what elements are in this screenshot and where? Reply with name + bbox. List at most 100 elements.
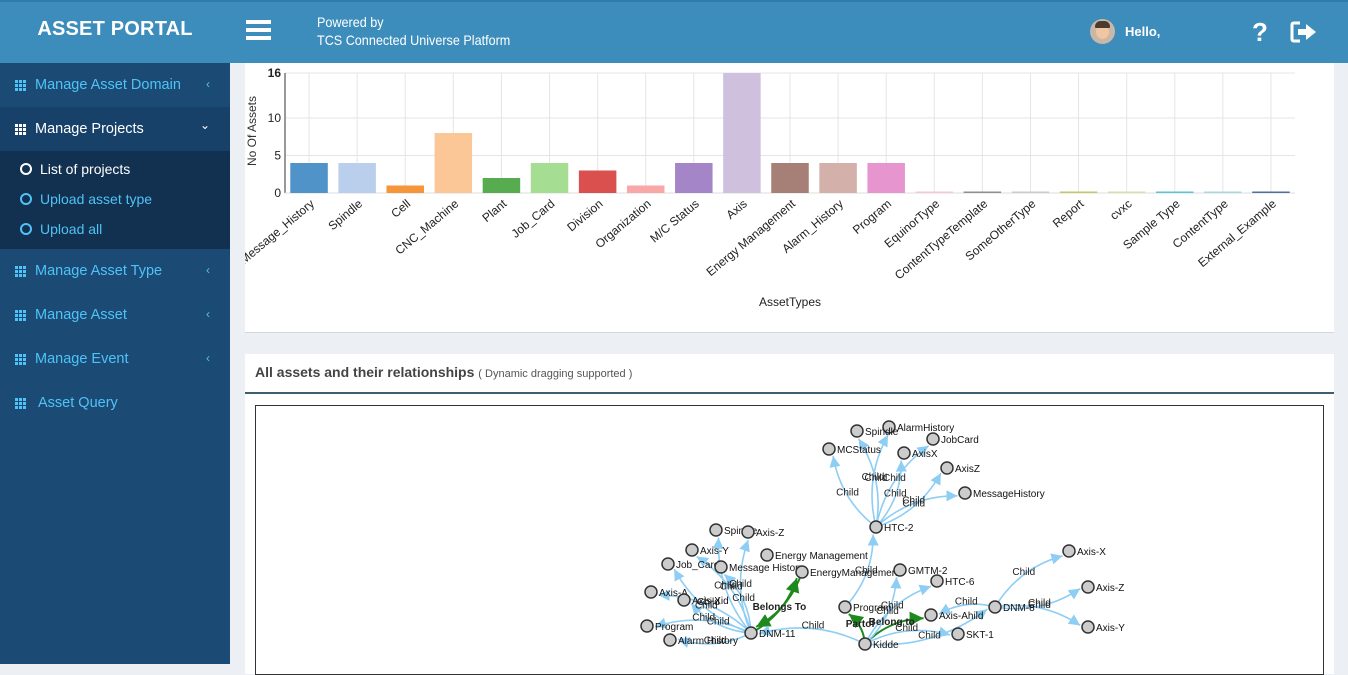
graph-node-circle[interactable] — [951, 627, 965, 641]
graph-node-circle[interactable] — [760, 548, 774, 562]
grid-icon — [15, 123, 28, 135]
graph-node[interactable]: Energy Management — [760, 548, 868, 562]
graph-node-circle[interactable] — [677, 593, 691, 607]
chart-bar[interactable] — [626, 185, 665, 194]
chart-bar[interactable] — [771, 163, 809, 193]
graph-node[interactable]: HTC-6 — [930, 574, 975, 588]
graph-node[interactable]: Program — [838, 600, 891, 614]
graph-node[interactable]: Job_Card — [661, 557, 719, 571]
sidebar-subitem-upload-asset-type[interactable]: Upload asset type — [0, 184, 230, 214]
chart-bar[interactable] — [1252, 191, 1290, 194]
chart-bar[interactable] — [434, 133, 473, 193]
chart-bar[interactable] — [482, 178, 521, 193]
graph-node-label: SKT-1 — [966, 630, 994, 641]
graph-node-circle[interactable] — [1081, 580, 1095, 594]
graph-node-circle[interactable] — [744, 626, 758, 640]
graph-node[interactable]: Axis-Z — [741, 525, 784, 539]
graph-node-circle[interactable] — [640, 619, 654, 633]
sidebar-item-manage-asset-domain[interactable]: Manage Asset Domain ‹ — [0, 63, 230, 107]
graph-node-circle[interactable] — [714, 560, 728, 574]
chart-bar[interactable] — [1204, 191, 1242, 194]
graph-node-circle[interactable] — [869, 520, 883, 534]
x-axis-ticks: Message_History Spindle CellCNC_Machine Pla… — [237, 196, 1279, 282]
graph-node-circle[interactable] — [795, 565, 809, 579]
graph-node[interactable]: Axis-Ahild — [924, 608, 983, 622]
chart-bar[interactable] — [963, 191, 1002, 194]
chart-bar[interactable] — [723, 73, 761, 193]
graph-node[interactable]: DNM-11 — [744, 626, 796, 640]
sidebar-subitem-upload-all[interactable]: Upload all — [0, 214, 230, 244]
chart-bar[interactable] — [1156, 191, 1194, 194]
graph-node-circle[interactable] — [850, 424, 864, 438]
graph-link-label: Child — [895, 623, 918, 634]
logout-icon[interactable] — [1290, 20, 1318, 44]
sidebar-item-manage-projects[interactable]: Manage Projects ⌄ — [0, 107, 230, 151]
graph-node-circle[interactable] — [838, 600, 852, 614]
graph-node-circle[interactable] — [897, 446, 911, 460]
y-tick-label: 16 — [268, 66, 282, 80]
graph-node-label: Energy Management — [775, 551, 868, 562]
chart-bar[interactable] — [1011, 191, 1050, 194]
graph-node[interactable]: Axis-Xid — [677, 593, 729, 607]
chart-bar[interactable] — [338, 163, 376, 193]
graph-node[interactable]: EnergyManagement — [795, 565, 900, 579]
chart-bar[interactable] — [578, 170, 617, 194]
sidebar-subitem-list-of-projects[interactable]: List of projects — [0, 154, 230, 184]
graph-node[interactable]: Axis-Y — [685, 543, 729, 557]
graph-node[interactable]: DNM-8 — [988, 600, 1035, 614]
graph-node-circle[interactable] — [1062, 544, 1076, 558]
graph-node[interactable]: Spindle — [850, 424, 899, 438]
user-menu[interactable]: Hello, — [1090, 19, 1160, 44]
graph-node[interactable]: HTC-2 — [869, 520, 914, 534]
sidebar-subitem-label: Upload asset type — [40, 191, 153, 207]
chart-bar[interactable] — [290, 163, 328, 193]
graph-node[interactable]: Axis-X — [1062, 544, 1106, 558]
graph-node[interactable]: Program — [640, 619, 693, 633]
graph-node[interactable]: Axis-Z — [1081, 580, 1124, 594]
graph-node-circle[interactable] — [924, 608, 938, 622]
graph-node-circle[interactable] — [822, 442, 836, 456]
chart-bar[interactable] — [386, 185, 424, 194]
graph-node[interactable]: SKT-1 — [951, 627, 994, 641]
graph-node[interactable]: JobCard — [926, 432, 979, 446]
chart-bar[interactable] — [530, 163, 569, 193]
graph-node[interactable]: MessageHistory — [958, 486, 1045, 500]
graph-node-circle[interactable] — [661, 557, 675, 571]
graph-node-circle[interactable] — [988, 600, 1002, 614]
help-icon[interactable]: ? — [1252, 17, 1268, 48]
relationship-graph-canvas[interactable]: Child Child Child Child Child Child Child Child… — [255, 405, 1324, 675]
graph-node-circle[interactable] — [940, 461, 954, 475]
relationship-graph[interactable]: ChildChildChildChildChildChildChildChild… — [256, 406, 1324, 675]
sidebar-item-manage-event[interactable]: Manage Event ‹ — [0, 337, 230, 381]
sidebar-item-manage-asset-type[interactable]: Manage Asset Type ‹ — [0, 249, 230, 293]
chart-bar[interactable] — [819, 163, 857, 193]
chart-bar[interactable] — [675, 163, 713, 193]
graph-node[interactable]: AxisZ — [940, 461, 980, 475]
graph-node[interactable]: Kidde — [858, 637, 899, 651]
graph-node-circle[interactable] — [958, 486, 972, 500]
graph-node[interactable]: Alarm History — [663, 633, 738, 647]
graph-node-circle[interactable] — [709, 523, 723, 537]
graph-node[interactable]: Axis-Y — [1081, 620, 1125, 634]
graph-node-circle[interactable] — [930, 574, 944, 588]
menu-icon[interactable] — [246, 20, 271, 40]
graph-node-circle[interactable] — [741, 525, 755, 539]
graph-node-circle[interactable] — [858, 637, 872, 651]
chart-bar[interactable] — [1107, 191, 1146, 194]
graph-node-circle[interactable] — [1081, 620, 1095, 634]
graph-node-circle[interactable] — [926, 432, 940, 446]
graph-link-label: Child — [732, 593, 755, 604]
graph-node-circle[interactable] — [893, 563, 907, 577]
graph-node[interactable]: MCStatus — [822, 442, 881, 456]
sidebar-item-manage-asset[interactable]: Manage Asset ‹ — [0, 293, 230, 337]
graph-node-circle[interactable] — [685, 543, 699, 557]
app-title[interactable]: ASSET PORTAL — [0, 2, 230, 63]
chart-bar[interactable] — [867, 163, 905, 193]
chart-bar[interactable] — [915, 191, 954, 194]
chart-bar[interactable] — [1059, 191, 1098, 194]
sidebar-item-asset-query[interactable]: Asset Query — [0, 381, 230, 425]
graph-node[interactable]: Message History — [714, 560, 803, 574]
graph-node-circle[interactable] — [644, 585, 658, 599]
graph-node[interactable]: AxisX — [897, 446, 938, 460]
graph-node-circle[interactable] — [663, 633, 677, 647]
